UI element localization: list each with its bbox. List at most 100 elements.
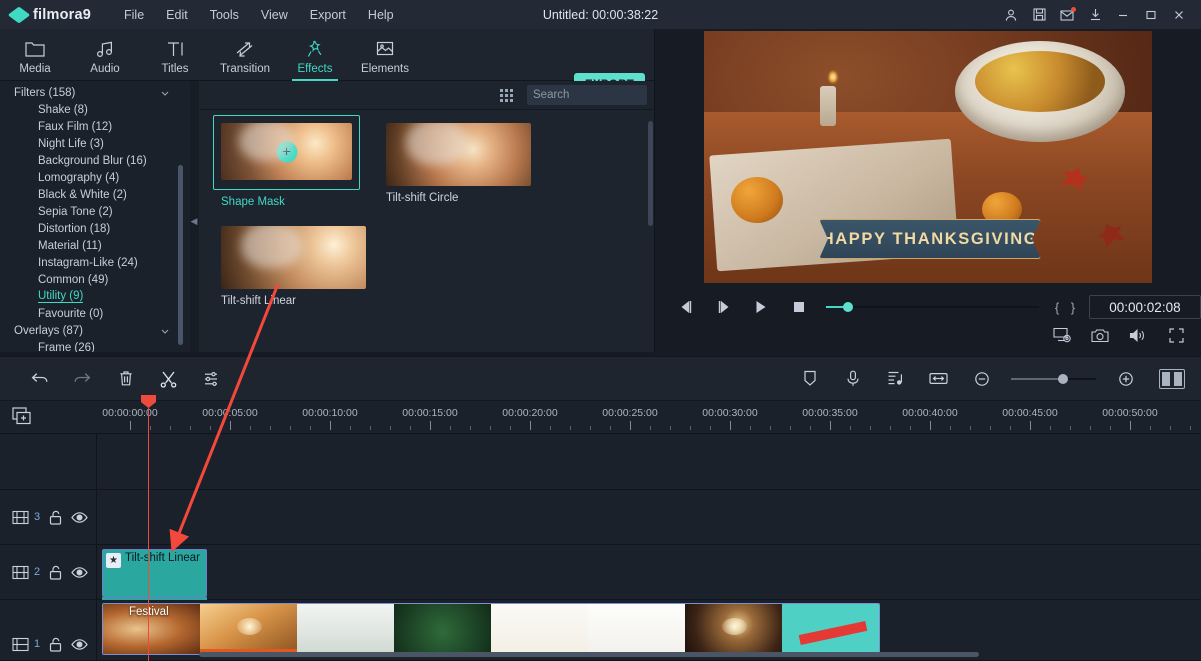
zoom-slider[interactable] bbox=[1011, 378, 1096, 380]
unlock-icon[interactable] bbox=[49, 637, 62, 652]
close-button[interactable] bbox=[1165, 0, 1193, 29]
unlock-icon[interactable] bbox=[49, 565, 62, 580]
timeline-track-2[interactable]: 2 ★ Tilt-shift Linear bbox=[0, 545, 1201, 600]
tab-media[interactable]: Media bbox=[0, 35, 70, 75]
menu-item-export[interactable]: Export bbox=[299, 4, 357, 26]
stop-button[interactable] bbox=[780, 294, 818, 320]
menu-item-tools[interactable]: Tools bbox=[199, 4, 250, 26]
tab-effects[interactable]: Effects bbox=[280, 35, 350, 75]
minimize-button[interactable] bbox=[1109, 0, 1137, 29]
sidebar-item-instagram-like[interactable]: Instagram-Like (24) bbox=[0, 254, 190, 271]
undo-button[interactable] bbox=[18, 356, 61, 401]
menu-item-file[interactable]: File bbox=[113, 4, 155, 26]
maximize-button[interactable] bbox=[1137, 0, 1165, 29]
tab-elements[interactable]: Elements bbox=[350, 35, 420, 75]
preview-text-overlay[interactable]: HAPPY THANKSGIVING bbox=[819, 219, 1041, 259]
zoom-slider-knob[interactable] bbox=[1058, 374, 1068, 384]
track-body[interactable]: Festival bbox=[97, 600, 1201, 660]
zoom-in-button[interactable] bbox=[1104, 356, 1147, 401]
search-box[interactable] bbox=[527, 85, 647, 105]
grid-view-icon[interactable] bbox=[500, 89, 513, 102]
fullscreen-button[interactable] bbox=[1165, 322, 1187, 348]
split-button[interactable] bbox=[147, 356, 190, 401]
delete-button[interactable] bbox=[104, 356, 147, 401]
save-button[interactable] bbox=[1025, 0, 1053, 29]
sidebar-item-filters[interactable]: Filters (158) bbox=[0, 84, 190, 101]
sidebar-item-shake[interactable]: Shake (8) bbox=[0, 101, 190, 118]
account-button[interactable] bbox=[997, 0, 1025, 29]
previous-frame-button[interactable] bbox=[667, 294, 705, 320]
sidebar-item-background-blur[interactable]: Background Blur (16) bbox=[0, 152, 190, 169]
zoom-out-button[interactable] bbox=[960, 356, 1003, 401]
download-button[interactable] bbox=[1081, 0, 1109, 29]
sidebar-item-overlays[interactable]: Overlays (87) bbox=[0, 322, 190, 339]
progress-knob[interactable] bbox=[843, 302, 853, 312]
playhead[interactable] bbox=[148, 401, 149, 661]
effect-item-shape-mask[interactable]: + Shape Mask bbox=[221, 123, 366, 208]
redo-button[interactable] bbox=[61, 356, 104, 401]
audio-mixer-button[interactable] bbox=[874, 356, 917, 401]
menu-item-help[interactable]: Help bbox=[357, 4, 405, 26]
clip-thumbnail bbox=[297, 604, 394, 654]
add-effect-button[interactable]: + bbox=[276, 141, 297, 162]
display-settings-button[interactable] bbox=[1051, 322, 1073, 348]
tab-transition[interactable]: Transition bbox=[210, 35, 280, 75]
split-view-button[interactable] bbox=[1159, 369, 1185, 389]
mark-in-button[interactable]: { bbox=[1049, 300, 1065, 315]
unlock-icon[interactable] bbox=[49, 510, 62, 525]
timeline-track-empty[interactable] bbox=[0, 434, 1201, 490]
ruler-minor-tick bbox=[950, 426, 951, 430]
ruler-minor-tick bbox=[1170, 426, 1171, 430]
sidebar-item-lomography[interactable]: Lomography (4) bbox=[0, 169, 190, 186]
add-track-button[interactable] bbox=[12, 407, 34, 427]
effect-item-tilt-shift-circle[interactable]: Tilt-shift Circle bbox=[386, 123, 531, 208]
sidebar-item-faux-film[interactable]: Faux Film (12) bbox=[0, 118, 190, 135]
sidebar-item-favourite[interactable]: Favourite (0) bbox=[0, 305, 190, 322]
next-frame-button[interactable] bbox=[705, 294, 743, 320]
fit-timeline-button[interactable] bbox=[917, 356, 960, 401]
effects-panel-scrollbar[interactable] bbox=[648, 121, 653, 226]
sidebar-item-sepia-tone[interactable]: Sepia Tone (2) bbox=[0, 203, 190, 220]
effects-category-sidebar[interactable]: Filters (158) Shake (8) Faux Film (12) N… bbox=[0, 81, 190, 356]
volume-button[interactable] bbox=[1127, 322, 1149, 348]
timeline-track-1[interactable]: 1 Festival bbox=[0, 600, 1201, 661]
preview-timecode[interactable]: 00:00:02:08 bbox=[1089, 295, 1201, 319]
eye-icon[interactable] bbox=[71, 638, 88, 651]
menu-item-view[interactable]: View bbox=[250, 4, 299, 26]
mark-out-button[interactable]: } bbox=[1065, 300, 1081, 315]
mail-button[interactable] bbox=[1053, 0, 1081, 29]
track-body[interactable]: ★ Tilt-shift Linear bbox=[97, 545, 1201, 599]
sidebar-scrollbar[interactable] bbox=[178, 165, 183, 345]
ruler-minor-tick bbox=[550, 426, 551, 430]
ruler-minor-tick bbox=[970, 426, 971, 430]
track-body[interactable] bbox=[97, 434, 1201, 489]
timeline-clip-video[interactable]: Festival bbox=[102, 603, 880, 655]
eye-icon[interactable] bbox=[71, 566, 88, 579]
sidebar-item-night-life[interactable]: Night Life (3) bbox=[0, 135, 190, 152]
record-voiceover-button[interactable] bbox=[831, 356, 874, 401]
brand-name: filmora9 bbox=[33, 7, 91, 23]
effect-thumbnail bbox=[386, 123, 531, 186]
video-preview[interactable]: HAPPY THANKSGIVING bbox=[704, 31, 1152, 283]
timeline-clip-effect[interactable]: ★ Tilt-shift Linear bbox=[102, 549, 207, 597]
progress-slider[interactable] bbox=[826, 306, 1039, 308]
tab-audio[interactable]: Audio bbox=[70, 35, 140, 75]
timeline-track-3[interactable]: 3 bbox=[0, 490, 1201, 545]
effect-item-tilt-shift-linear[interactable]: Tilt-shift Linear bbox=[221, 226, 366, 307]
panel-collapse-handle[interactable]: ◀ bbox=[190, 210, 198, 232]
sidebar-item-utility[interactable]: Utility (9) bbox=[0, 288, 190, 305]
menu-item-edit[interactable]: Edit bbox=[155, 4, 199, 26]
timeline-horizontal-scrollbar[interactable] bbox=[199, 652, 979, 657]
settings-button[interactable] bbox=[190, 356, 233, 401]
eye-icon[interactable] bbox=[71, 511, 88, 524]
marker-button[interactable] bbox=[788, 356, 831, 401]
timeline-ruler[interactable]: 00:00:00:0000:00:05:0000:00:10:0000:00:1… bbox=[97, 401, 1201, 434]
tab-titles[interactable]: Titles bbox=[140, 35, 210, 75]
sidebar-item-black-and-white[interactable]: Black & White (2) bbox=[0, 186, 190, 203]
sidebar-item-common[interactable]: Common (49) bbox=[0, 271, 190, 288]
sidebar-item-distortion[interactable]: Distortion (18) bbox=[0, 220, 190, 237]
play-button[interactable] bbox=[742, 294, 780, 320]
track-body[interactable] bbox=[97, 490, 1201, 544]
snapshot-button[interactable] bbox=[1089, 322, 1111, 348]
sidebar-item-material[interactable]: Material (11) bbox=[0, 237, 190, 254]
